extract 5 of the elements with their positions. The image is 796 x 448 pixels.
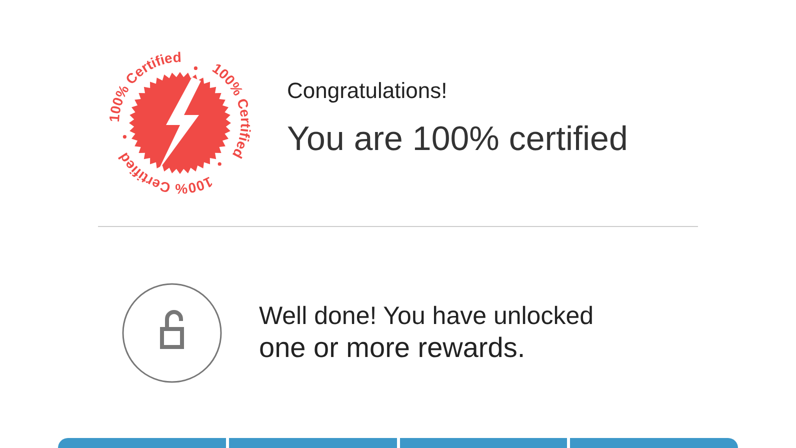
reward-text: Well done! You have unlocked <box>259 301 594 331</box>
unlock-icon <box>122 283 222 383</box>
reward-text: one or more rewards. <box>259 331 526 365</box>
greeting-text: Congratulations! <box>287 77 448 105</box>
certified-title: You are 100% certified <box>287 119 628 160</box>
